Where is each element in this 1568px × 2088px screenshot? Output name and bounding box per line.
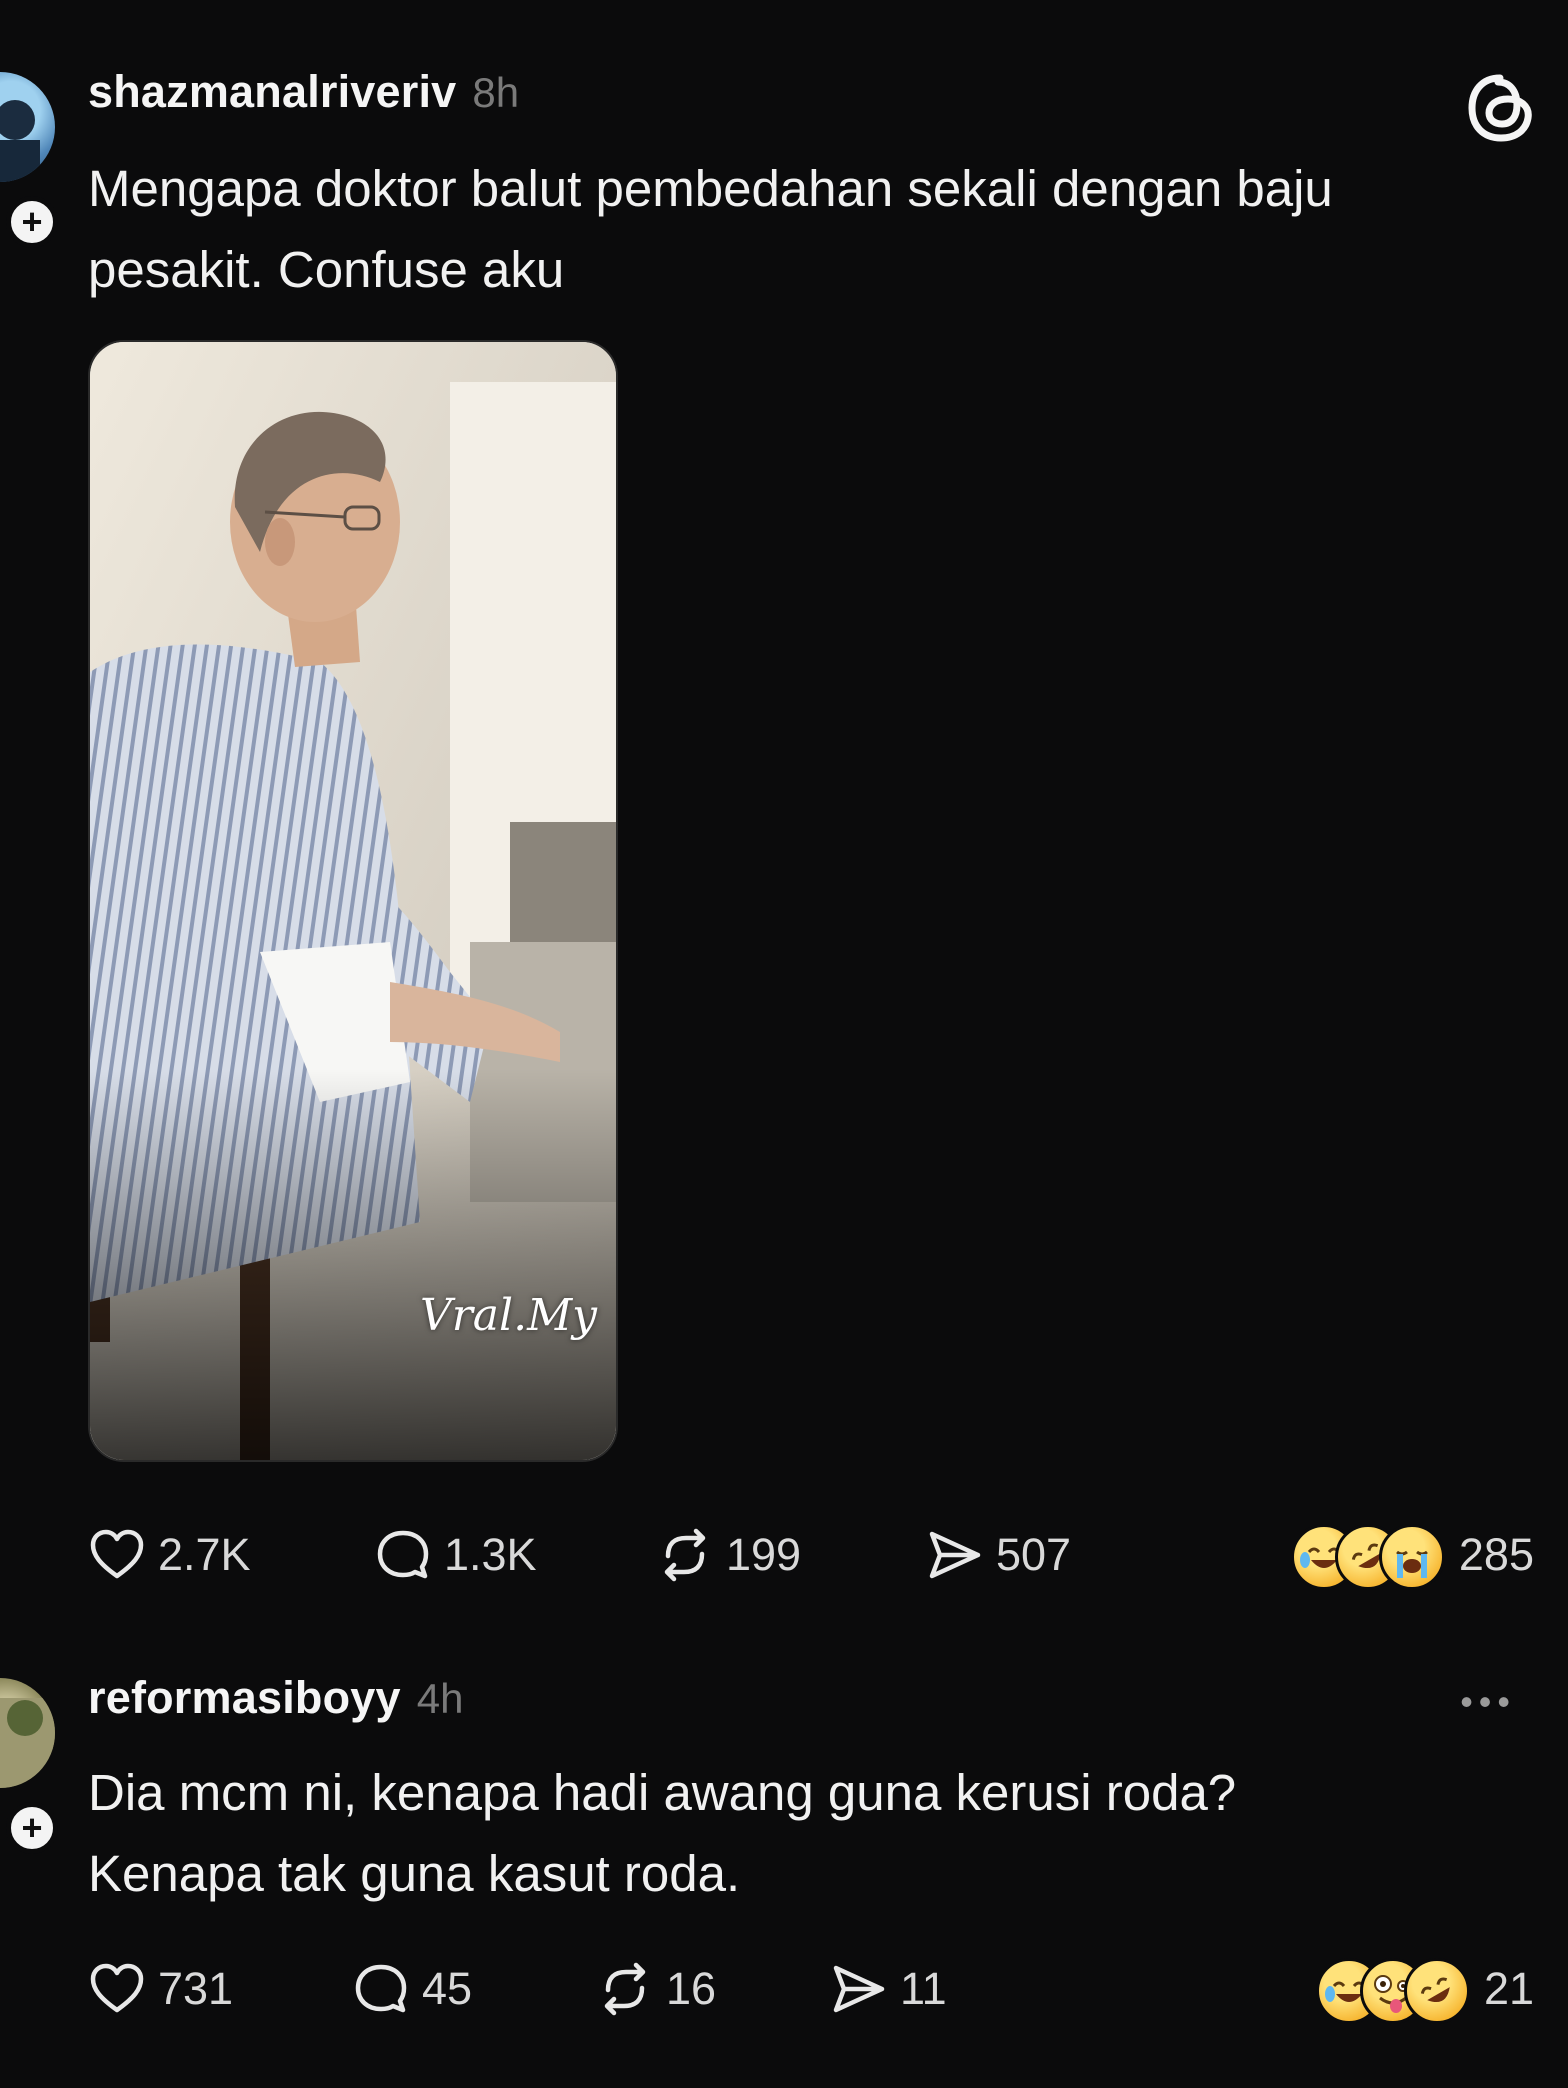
reply-count: 1.3K [444, 1529, 537, 1580]
repost-icon [604, 1962, 646, 2016]
post-avatar[interactable] [0, 72, 55, 182]
follow-plus-icon[interactable]: + [6, 1802, 58, 1854]
reaction-emoji-stack [1315, 1954, 1470, 2024]
share-count: 11 [900, 1963, 947, 2014]
more-options-icon[interactable]: ••• [1460, 1684, 1516, 1720]
reply-action-bar: 731 45 16 11 21 [88, 1954, 1534, 2024]
repost-count: 199 [726, 1529, 802, 1580]
reply-header: reformasiboyy 4h [88, 1672, 463, 1724]
reply-text: Dia mcm ni, kenapa hadi awang guna kerus… [88, 1764, 1237, 1902]
send-icon [833, 1965, 885, 2013]
like-button[interactable]: 731 [88, 1954, 233, 2024]
reply-timestamp: 4h [416, 1675, 464, 1722]
share-count: 507 [996, 1529, 1072, 1580]
post-text: Mengapa doktor balut pembedahan sekali d… [88, 160, 1333, 298]
reply-button[interactable]: 1.3K [374, 1520, 537, 1590]
heart-icon [90, 1529, 144, 1579]
reply-username[interactable]: reformasiboyy [88, 1672, 401, 1724]
heart-icon [90, 1963, 144, 2013]
like-count: 731 [158, 1963, 234, 2014]
reaction-summary[interactable]: 21 [1315, 1954, 1534, 2024]
image-watermark: Vral.My [420, 1290, 598, 1341]
like-button[interactable]: 2.7K [88, 1520, 251, 1590]
post-image[interactable]: Vral.My [88, 340, 618, 1462]
comment-icon [377, 1530, 429, 1579]
repost-count: 16 [666, 1963, 717, 2014]
share-button[interactable]: 11 [830, 1954, 947, 2024]
like-count: 2.7K [158, 1529, 251, 1580]
follow-plus-icon[interactable]: + [6, 196, 58, 248]
comment-icon [355, 1964, 407, 2013]
loudly-crying-emoji [1378, 1524, 1445, 1590]
reaction-summary[interactable]: 285 [1290, 1520, 1534, 1590]
post-timestamp: 8h [472, 69, 520, 116]
reply-button[interactable]: 45 [352, 1954, 472, 2024]
share-button[interactable]: 507 [926, 1520, 1071, 1590]
post-username[interactable]: shazmanalriveriv [88, 66, 456, 118]
post-header: shazmanalriveriv 8h [88, 66, 519, 118]
reaction-count: 21 [1483, 1963, 1534, 2014]
post-action-bar: 2.7K 1.3K 199 507 285 [88, 1520, 1534, 1590]
reaction-emoji-stack [1290, 1520, 1445, 1590]
repost-button[interactable]: 16 [596, 1954, 716, 2024]
threads-logo-icon [1464, 72, 1536, 144]
reaction-count: 285 [1458, 1529, 1534, 1580]
repost-icon [664, 1528, 706, 1582]
reply-count: 45 [422, 1963, 473, 2014]
threads-feed: + shazmanalriveriv 8h Mengapa doktor bal… [0, 0, 1568, 2088]
rofl-emoji [1403, 1958, 1470, 2024]
send-icon [929, 1531, 981, 1579]
reply-avatar[interactable] [0, 1678, 55, 1788]
repost-button[interactable]: 199 [656, 1520, 801, 1590]
